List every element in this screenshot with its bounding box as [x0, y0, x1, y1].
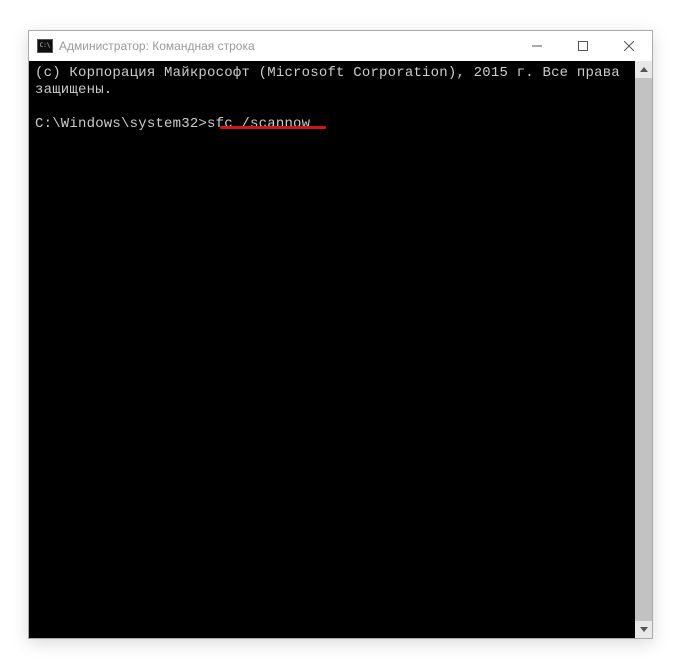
cmd-icon: [37, 39, 53, 53]
scroll-up-button[interactable]: [635, 61, 652, 78]
minimize-button[interactable]: [514, 31, 560, 61]
scroll-thumb[interactable]: [635, 78, 652, 621]
window-title: Администратор: Командная строка: [59, 39, 514, 53]
maximize-button[interactable]: [560, 31, 606, 61]
command-text: sfc /scannow: [207, 116, 310, 132]
copyright-text: (с) Корпорация Майкрософт (Microsoft Cor…: [35, 65, 629, 98]
cmd-window: Администратор: Командная строка (с) Корп…: [28, 30, 653, 639]
scroll-down-button[interactable]: [635, 621, 652, 638]
close-button[interactable]: [606, 31, 652, 61]
vertical-scrollbar[interactable]: [635, 61, 652, 638]
titlebar[interactable]: Администратор: Командная строка: [29, 31, 652, 61]
console-area[interactable]: (с) Корпорация Майкрософт (Microsoft Cor…: [29, 61, 652, 638]
underline-annotation: [220, 126, 326, 129]
window-controls: [514, 31, 652, 61]
prompt-text: C:\Windows\system32>: [35, 116, 207, 132]
console-output: (с) Корпорация Майкрософт (Microsoft Cor…: [29, 61, 652, 137]
